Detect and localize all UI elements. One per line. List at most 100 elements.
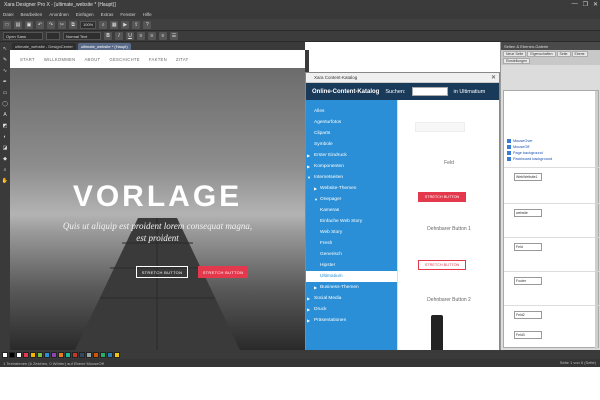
color-swatch[interactable] (65, 351, 71, 358)
underline-icon[interactable]: U (126, 32, 134, 40)
stretch-button-outline[interactable]: STRETCH BUTTON (136, 266, 188, 278)
layer-row[interactable]: Page background (507, 151, 543, 155)
tree-item[interactable]: Agenturfotos (306, 117, 397, 128)
zoom-select[interactable]: 100% (80, 20, 97, 29)
font-select[interactable]: Open Sans (3, 32, 43, 40)
tree-item[interactable]: Alles (306, 106, 397, 117)
tree-item[interactable]: ▶ Business-Themen (306, 282, 397, 293)
layer-row[interactable]: Packboard background (507, 157, 552, 161)
tree-item[interactable]: Symbole (306, 139, 397, 150)
expand-right-icon[interactable]: ▶ (307, 164, 310, 169)
gallery-tab-layer[interactable]: Ebene (571, 51, 588, 57)
expand-down-icon[interactable]: ▼ (307, 175, 311, 180)
color-swatch[interactable] (51, 351, 57, 358)
shadow-tool-icon[interactable]: ◪ (2, 144, 9, 151)
preview-thumb-feld[interactable] (415, 122, 465, 132)
close-button[interactable]: ✕ (593, 1, 598, 8)
transparency-tool-icon[interactable]: ◐ (2, 133, 9, 140)
color-swatch[interactable] (16, 351, 22, 358)
list-icon[interactable]: ☰ (170, 32, 178, 40)
undo-icon[interactable]: ↶ (36, 20, 44, 29)
cut-icon[interactable]: ✂ (58, 20, 66, 29)
open-file-icon[interactable]: ▤ (14, 20, 22, 29)
freehand-icon[interactable]: ∿ (2, 67, 9, 74)
expand-right-icon[interactable]: ▶ (307, 296, 310, 301)
preview-icon[interactable]: ▶ (121, 20, 130, 29)
expand-right-icon[interactable]: ▶ (307, 153, 310, 158)
hero-subtitle[interactable]: Quis ut aliquip est proident lorem conse… (60, 220, 255, 244)
tab-main-document[interactable]: ultimate_website * (Haupt) (77, 43, 131, 50)
nav-about[interactable]: ABOUT (84, 57, 100, 62)
color-swatch[interactable] (58, 351, 64, 358)
visible-icon[interactable] (507, 145, 511, 149)
align-left-icon[interactable]: ≡ (137, 32, 145, 40)
visible-icon[interactable] (507, 151, 511, 155)
ellipse-tool-icon[interactable]: ◯ (2, 100, 9, 107)
gallery-tab-page[interactable]: Seite (556, 51, 571, 57)
tree-item[interactable]: Cliparts (306, 128, 397, 139)
save-icon[interactable]: ▣ (25, 20, 33, 29)
fill-tool-icon[interactable]: ◩ (2, 122, 9, 129)
bevel-tool-icon[interactable]: ◆ (2, 155, 9, 162)
zoom-icon[interactable]: ⌕ (99, 20, 108, 29)
visible-icon[interactable] (507, 157, 511, 161)
expand-right-icon[interactable]: ▶ (314, 186, 317, 191)
rectangle-tool-icon[interactable]: ▭ (2, 89, 9, 96)
maximize-button[interactable]: ❐ (583, 1, 588, 8)
nav-geschichte[interactable]: GESCHICHTE (109, 57, 139, 62)
color-swatch[interactable] (37, 351, 43, 358)
color-swatch[interactable] (114, 351, 120, 358)
align-right-icon[interactable]: ≡ (159, 32, 167, 40)
page-thumb[interactable]: Footer (514, 277, 542, 285)
preview-stretch-button-1[interactable]: STRETCH BUTTON (418, 192, 466, 202)
design-canvas[interactable]: START WILLKOMMEN ABOUT GESCHICHTE FAKTEN… (10, 50, 305, 350)
menu-edit[interactable]: Bearbeiten (21, 12, 43, 17)
color-swatch[interactable] (107, 351, 113, 358)
preview-stretch-button-2[interactable]: STRETCH BUTTON (418, 260, 466, 270)
copy-icon[interactable]: ⧉ (69, 20, 77, 29)
zoom-tool-icon[interactable]: ⌕ (2, 166, 9, 173)
pen-icon[interactable]: ✒ (2, 78, 9, 85)
preview-phone-thumb[interactable] (431, 315, 443, 351)
menu-tools[interactable]: Extras (101, 12, 114, 17)
page-thumb[interactable]: Feld3 (514, 331, 542, 339)
tree-item[interactable]: Ultimatium (306, 271, 397, 282)
menu-window[interactable]: Fenster (120, 12, 135, 17)
tree-item[interactable]: Hipster (306, 260, 397, 271)
color-swatch[interactable] (30, 351, 36, 358)
catalog-search-input[interactable] (411, 87, 448, 96)
tree-item[interactable]: ▶ Social Media (306, 293, 397, 304)
redo-icon[interactable]: ↷ (47, 20, 55, 29)
selector-tool-icon[interactable]: ↖ (2, 45, 9, 52)
help-icon[interactable]: ? (143, 20, 152, 29)
tree-item[interactable]: ▶ Präsentationen (306, 315, 397, 326)
italic-icon[interactable]: I (115, 32, 123, 40)
catalog-close-icon[interactable]: ✕ (491, 74, 496, 81)
nav-start[interactable]: START (20, 57, 35, 62)
gallery-scrollbar[interactable] (595, 91, 598, 349)
text-tool-icon[interactable]: A (2, 111, 9, 118)
gallery-tab-properties[interactable]: Eigenschaften (527, 51, 556, 57)
menu-insert[interactable]: Einfügen (76, 12, 94, 17)
no-color-swatch[interactable] (2, 351, 8, 358)
tree-item[interactable]: Kameras (306, 205, 397, 216)
color-swatch[interactable] (9, 351, 15, 358)
expand-right-icon[interactable]: ▶ (307, 318, 310, 323)
menu-arrange[interactable]: Anordnen (49, 12, 69, 17)
shape-editor-icon[interactable]: ✎ (2, 56, 9, 63)
tree-item[interactable]: Fresh (306, 238, 397, 249)
tree-item[interactable]: ▶ Website-Themen (306, 183, 397, 194)
page-thumb[interactable]: WebWeltsite1 (514, 173, 542, 181)
gallery-tab-settings[interactable]: Einstellungen (503, 58, 531, 64)
nav-zitat[interactable]: ZITAT (176, 57, 189, 62)
layer-row[interactable]: MouseOff (507, 145, 529, 149)
expand-right-icon[interactable]: ▶ (307, 307, 310, 312)
align-center-icon[interactable]: ≡ (148, 32, 156, 40)
size-select[interactable] (46, 32, 60, 40)
visible-icon[interactable] (507, 139, 511, 143)
style-select[interactable]: Normal Text (63, 32, 101, 40)
color-swatch[interactable] (79, 351, 85, 358)
tree-item[interactable]: Web Story (306, 227, 397, 238)
tree-item[interactable]: ▼ Onepager (306, 194, 397, 205)
grid-icon[interactable]: ▦ (110, 20, 119, 29)
